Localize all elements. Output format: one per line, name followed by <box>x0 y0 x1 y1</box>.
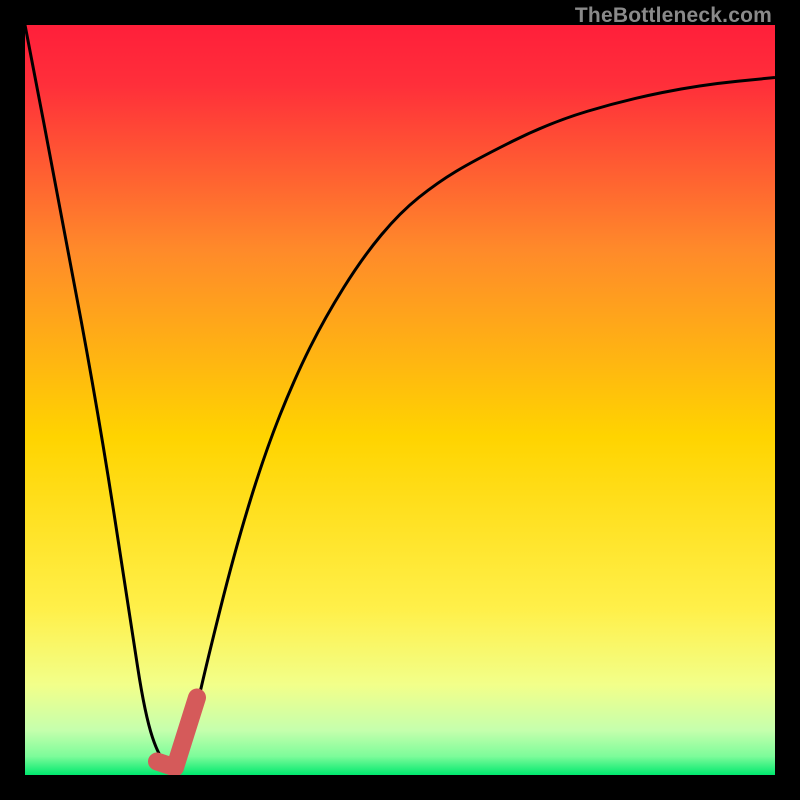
chart-frame: TheBottleneck.com <box>0 0 800 800</box>
plot-area <box>25 25 775 775</box>
bottleneck-curve <box>25 25 775 775</box>
